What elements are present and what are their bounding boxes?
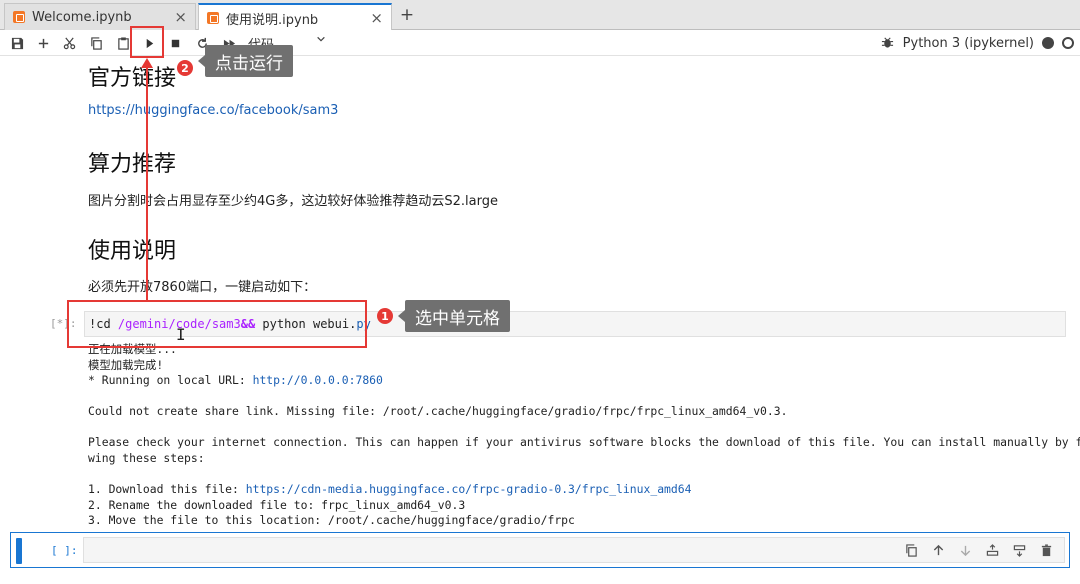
huggingface-link[interactable]: https://huggingface.co/facebook/sam3 bbox=[88, 103, 338, 118]
move-down-icon[interactable] bbox=[956, 541, 974, 559]
chevron-down-icon bbox=[316, 34, 326, 47]
stop-icon[interactable] bbox=[166, 34, 184, 52]
cell-prompt: [ ]: bbox=[51, 544, 78, 557]
kernel-status-icon bbox=[1042, 37, 1054, 49]
output-line: wing these steps: bbox=[88, 451, 205, 465]
cell-toolbar bbox=[902, 541, 1055, 559]
active-empty-cell[interactable]: [ ]: bbox=[10, 532, 1070, 568]
close-icon[interactable]: × bbox=[174, 8, 187, 26]
add-tab-button[interactable]: + bbox=[396, 4, 418, 28]
tab-label: 使用说明.ipynb bbox=[226, 12, 319, 28]
kernel-area: Python 3 (ipykernel) bbox=[881, 33, 1074, 53]
output-line: 2. Rename the downloaded file to: frpc_l… bbox=[88, 498, 466, 512]
cell-highlight bbox=[67, 300, 367, 348]
insert-above-icon[interactable] bbox=[983, 541, 1001, 559]
move-up-icon[interactable] bbox=[929, 541, 947, 559]
duplicate-cell-icon[interactable] bbox=[902, 541, 920, 559]
local-url-link[interactable]: http://0.0.0.0:7860 bbox=[253, 373, 383, 387]
close-icon[interactable]: × bbox=[370, 9, 383, 27]
output-line: 模型加载完成! bbox=[88, 358, 164, 372]
heading-official-link: 官方链接 bbox=[88, 66, 177, 91]
text-cursor-icon: I bbox=[176, 325, 186, 344]
run-button-highlight bbox=[130, 26, 164, 58]
annotation-arrow bbox=[141, 58, 153, 300]
delete-cell-icon[interactable] bbox=[1037, 541, 1055, 559]
add-cell-icon[interactable] bbox=[34, 34, 52, 52]
insert-below-icon[interactable] bbox=[1010, 541, 1028, 559]
compute-paragraph: 图片分割时会占用显存至少约4G多，这边较好体验推荐趋动云S2.large bbox=[88, 194, 498, 209]
tab-label: Welcome.ipynb bbox=[32, 9, 132, 25]
active-cell-indicator bbox=[16, 538, 22, 564]
step-2-badge: 2 bbox=[177, 60, 193, 76]
kernel-idle-icon bbox=[1062, 37, 1074, 49]
notebook-icon bbox=[207, 12, 219, 24]
save-icon[interactable] bbox=[8, 34, 26, 52]
kernel-name[interactable]: Python 3 (ipykernel) bbox=[903, 36, 1034, 51]
download-link[interactable]: https://cdn-media.huggingface.co/frpc-gr… bbox=[246, 482, 692, 496]
step-2-tooltip: 点击运行 bbox=[198, 45, 293, 77]
heading-compute: 算力推荐 bbox=[88, 152, 177, 177]
notebook-icon bbox=[13, 11, 25, 23]
output-text: 1. Download this file: bbox=[88, 482, 246, 496]
output-line: * Running on local URL: http://0.0.0.0:7… bbox=[88, 373, 383, 387]
output-line: Please check your internet connection. T… bbox=[88, 435, 1080, 449]
debugger-icon[interactable] bbox=[881, 36, 895, 50]
heading-usage: 使用说明 bbox=[88, 239, 177, 264]
output-line: 3. Move the file to this location: /root… bbox=[88, 513, 575, 527]
copy-icon[interactable] bbox=[87, 34, 105, 52]
cut-icon[interactable] bbox=[60, 34, 78, 52]
tab-instructions[interactable]: 使用说明.ipynb × bbox=[198, 3, 392, 31]
usage-paragraph: 必须先开放7860端口，一键启动如下： bbox=[88, 280, 317, 295]
output-line: 1. Download this file: https://cdn-media… bbox=[88, 482, 692, 496]
step-1-tooltip: 选中单元格 bbox=[398, 300, 510, 332]
tab-welcome[interactable]: Welcome.ipynb × bbox=[4, 3, 196, 30]
output-text: * Running on local URL: bbox=[88, 373, 253, 387]
output-line: Could not create share link. Missing fil… bbox=[88, 404, 788, 418]
step-1-badge: 1 bbox=[377, 308, 393, 324]
